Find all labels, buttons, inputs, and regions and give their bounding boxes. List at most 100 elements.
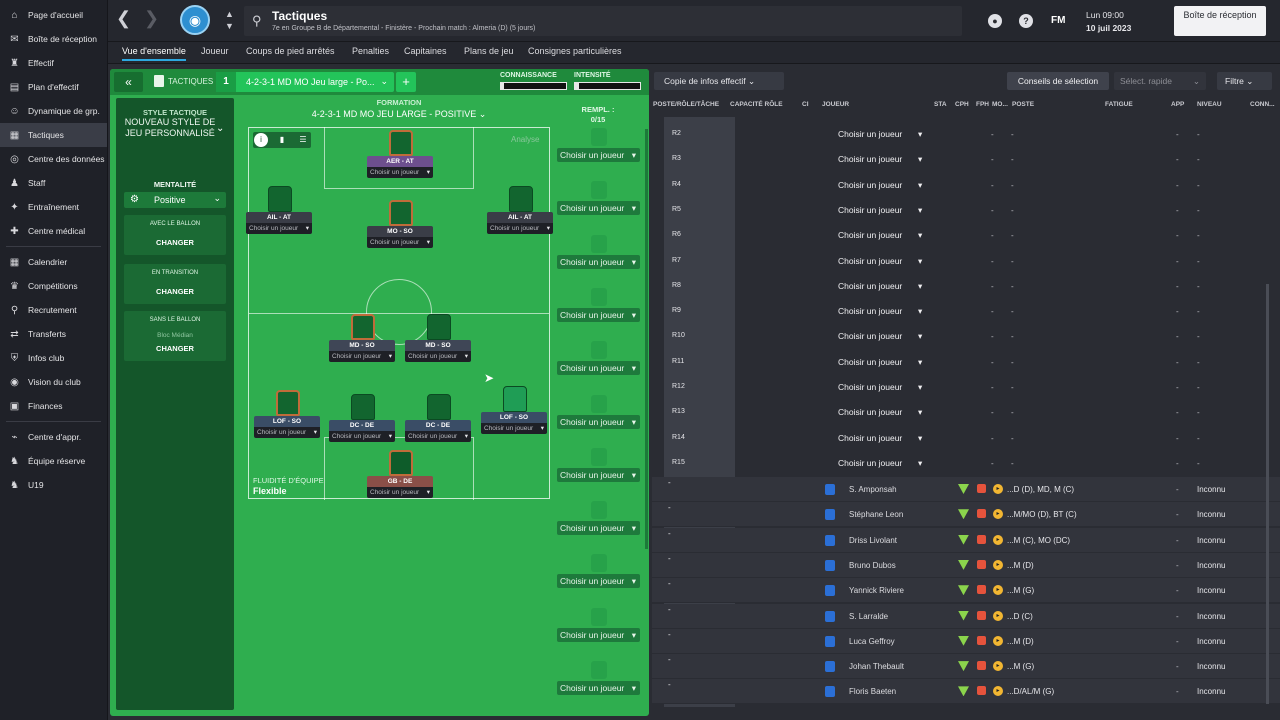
player-slot[interactable]: MD - SO Choisir un joueur xyxy=(405,314,473,374)
sub-slot[interactable]: Choisir un joueur xyxy=(557,447,640,494)
player-role[interactable]: MD - SO xyxy=(405,340,471,351)
tab-6[interactable]: Consignes particulières xyxy=(528,46,622,56)
tab-1[interactable]: Joueur xyxy=(201,46,229,56)
column-header[interactable]: CAPACITÉ RÔLE xyxy=(730,101,783,108)
phase-0[interactable]: AVEC LE BALLON CHANGER xyxy=(124,215,226,255)
reserve-row[interactable]: R15 Choisir un joueur - - - - xyxy=(652,451,1280,476)
sub-slot[interactable]: Choisir un joueur xyxy=(557,394,640,441)
back-icon[interactable]: ❮ xyxy=(116,8,131,29)
player-row[interactable]: - Yannick Riviere ▸ ...M (G) - Inconnu xyxy=(652,578,1280,604)
reserve-picker[interactable]: Choisir un joueur xyxy=(838,256,923,267)
player-row[interactable]: - S. Amponsah ▸ ...D (D), MD, M (C) - Inconnu xyxy=(652,477,1280,502)
player-slot[interactable]: LOF - SO Choisir un joueur xyxy=(481,386,549,446)
column-header[interactable]: STA xyxy=(934,101,947,108)
sub-slot[interactable]: Choisir un joueur xyxy=(557,181,640,227)
phase-1[interactable]: EN TRANSITION CHANGER xyxy=(124,264,226,304)
date-display[interactable]: Lun 09:00 10 juil 2023 xyxy=(1086,9,1131,35)
player-picker[interactable]: Choisir un joueur xyxy=(405,351,471,362)
sub-picker[interactable]: Choisir un joueur xyxy=(557,201,640,216)
club-crest[interactable]: ◉ xyxy=(180,5,210,35)
sub-slot[interactable]: Choisir un joueur xyxy=(557,234,640,281)
sidebar-item-19[interactable]: ♞ U19 xyxy=(0,473,107,497)
player-picker[interactable]: Choisir un joueur xyxy=(367,487,433,498)
player-slot[interactable]: DC - DE Choisir un joueur xyxy=(329,394,397,454)
reserve-picker[interactable]: Choisir un joueur xyxy=(838,129,923,140)
player-role[interactable]: MD - SO xyxy=(329,340,395,351)
player-name[interactable]: S. Amponsah xyxy=(849,485,897,494)
tab-0[interactable]: Vue d'ensemble xyxy=(122,46,186,61)
inbox-button[interactable]: Boîte de réception xyxy=(1174,6,1266,36)
reserve-row[interactable]: R8 Choisir un joueur - - - - xyxy=(652,274,1280,299)
fm-menu[interactable]: FM xyxy=(1051,15,1065,26)
player-slot[interactable]: MO - SO Choisir un joueur xyxy=(367,200,435,260)
player-slot[interactable]: AIL - AT Choisir un joueur xyxy=(246,186,314,246)
sidebar-item-15[interactable]: ◉ Vision du club xyxy=(0,370,107,394)
reserve-row[interactable]: R12 Choisir un joueur - - - - xyxy=(652,375,1280,400)
mentality-select[interactable]: ⚙ Positive ⌄ xyxy=(124,192,226,208)
sub-picker[interactable]: Choisir un joueur xyxy=(557,521,640,536)
reserve-picker[interactable]: Choisir un joueur xyxy=(838,154,923,165)
sidebar-item-2[interactable]: ♜ Effectif xyxy=(0,51,107,75)
sidebar-item-18[interactable]: ♞ Équipe réserve xyxy=(0,449,107,473)
sub-picker[interactable]: Choisir un joueur xyxy=(557,681,640,695)
column-header[interactable]: POSTE/RÔLE/TÂCHE xyxy=(653,101,719,108)
reserve-row[interactable]: R6 Choisir un joueur - - - - xyxy=(652,223,1280,248)
reserve-row[interactable]: R2 Choisir un joueur - - - - xyxy=(652,122,1280,147)
player-picker[interactable]: Choisir un joueur xyxy=(246,223,312,234)
sidebar-item-17[interactable]: ⌁ Centre d'appr. xyxy=(0,425,107,449)
player-picker[interactable]: Choisir un joueur xyxy=(329,351,395,362)
player-slot[interactable]: MD - SO Choisir un joueur xyxy=(329,314,397,374)
network-icon[interactable]: ● xyxy=(988,14,1002,28)
sidebar-item-9[interactable]: ✚ Centre médical xyxy=(0,219,107,243)
player-picker[interactable]: Choisir un joueur xyxy=(405,431,471,442)
player-picker[interactable]: Choisir un joueur xyxy=(367,167,433,178)
reserve-row[interactable]: R11 Choisir un joueur - - - - xyxy=(652,350,1280,375)
player-role[interactable]: AIL - AT xyxy=(487,212,553,223)
forward-icon[interactable]: ❯ xyxy=(144,8,159,29)
reserve-row[interactable]: R14 Choisir un joueur - - - - xyxy=(652,426,1280,451)
player-role[interactable]: AIL - AT xyxy=(246,212,312,223)
sub-picker[interactable]: Choisir un joueur xyxy=(557,467,640,482)
sub-picker[interactable]: Choisir un joueur xyxy=(557,254,640,269)
reserve-row[interactable]: R4 Choisir un joueur - - - - xyxy=(652,173,1280,198)
sidebar-item-12[interactable]: ⚲ Recrutement xyxy=(0,298,107,322)
player-name[interactable]: Johan Thebault xyxy=(849,662,904,671)
chevron-down-icon[interactable]: ⌄ xyxy=(216,123,224,134)
sidebar-item-6[interactable]: ◎ Centre des données xyxy=(0,147,107,171)
tab-2[interactable]: Coups de pied arrêtés xyxy=(246,46,335,56)
player-row[interactable]: - Driss Livolant ▸ ...M (C), MO (DC) - Inconn… xyxy=(652,527,1280,553)
reserve-picker[interactable]: Choisir un joueur xyxy=(838,281,923,292)
sub-picker[interactable]: Choisir un joueur xyxy=(557,307,640,322)
reserve-row[interactable]: R5 Choisir un joueur - - - - xyxy=(652,198,1280,223)
style-value[interactable]: NOUVEAU STYLE DE JEU PERSONNALISÉ xyxy=(124,117,216,139)
column-header[interactable]: CONN... xyxy=(1250,101,1275,108)
sidebar-item-3[interactable]: ▤ Plan d'effectif xyxy=(0,75,107,99)
sub-slot[interactable]: Choisir un joueur xyxy=(557,341,640,387)
phase-2[interactable]: SANS LE BALLON Bloc Médian CHANGER xyxy=(124,311,226,361)
phase-change-button[interactable]: CHANGER xyxy=(124,238,226,247)
add-tactic-button[interactable]: + xyxy=(396,72,416,92)
selection-advice-button[interactable]: Conseils de sélection xyxy=(1007,72,1109,90)
sub-slot[interactable]: Choisir un joueur xyxy=(557,554,640,600)
club-switch-icon[interactable]: ▲ ▼ xyxy=(225,8,234,32)
reserve-picker[interactable]: Choisir un joueur xyxy=(838,230,923,241)
player-name[interactable]: Floris Baeten xyxy=(849,687,896,696)
sub-picker[interactable]: Choisir un joueur xyxy=(557,361,640,376)
formation-select[interactable]: 1 4-2-3-1 MD MO Jeu large - Po... ⌄ xyxy=(216,72,394,92)
reserve-row[interactable]: R3 Choisir un joueur - - - - xyxy=(652,147,1280,172)
sidebar-item-8[interactable]: ✦ Entraînement xyxy=(0,195,107,219)
player-role[interactable]: DC - DE xyxy=(405,420,471,431)
player-name[interactable]: Stéphane Leon xyxy=(849,510,903,519)
player-picker[interactable]: Choisir un joueur xyxy=(367,237,433,248)
player-picker[interactable]: Choisir un joueur xyxy=(481,423,547,434)
player-picker[interactable]: Choisir un joueur xyxy=(487,223,553,234)
reserve-row[interactable]: R10 Choisir un joueur - - - - xyxy=(652,324,1280,349)
player-row[interactable]: - Johan Thebault ▸ ...M (G) - Inconnu xyxy=(652,654,1280,680)
reserve-row[interactable]: R13 Choisir un joueur - - - - xyxy=(652,400,1280,425)
reserve-picker[interactable]: Choisir un joueur xyxy=(838,205,923,216)
column-header[interactable]: NIVEAU xyxy=(1197,101,1222,108)
sub-slot[interactable]: Choisir un joueur xyxy=(557,501,640,547)
player-picker[interactable]: Choisir un joueur xyxy=(329,431,395,442)
player-role[interactable]: GB - DE xyxy=(367,476,433,487)
player-row[interactable]: - Luca Geffroy ▸ ...M (D) - Inconnu xyxy=(652,628,1280,654)
